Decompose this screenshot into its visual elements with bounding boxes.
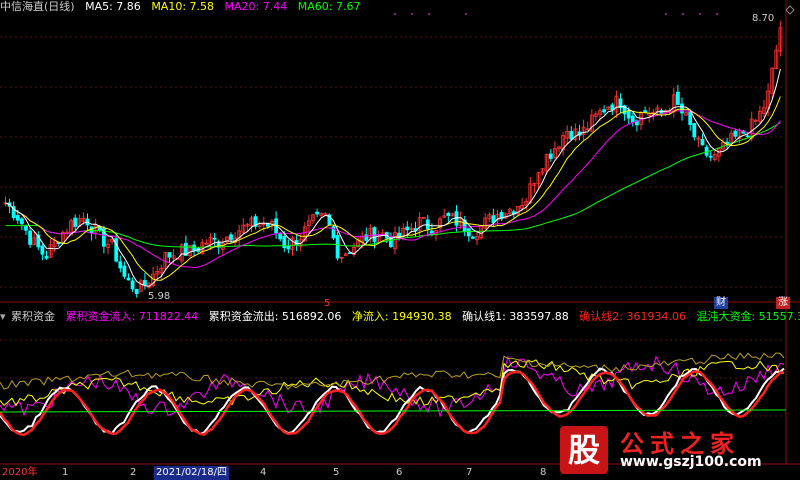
- stock-title[interactable]: 中信海直(日线): [0, 0, 75, 14]
- candle-body: [708, 155, 713, 158]
- candle-body: [122, 265, 127, 277]
- candle-body: [40, 245, 45, 255]
- candle-body: [733, 130, 738, 137]
- candle-body: [212, 237, 217, 240]
- ma5-line: [5, 68, 781, 287]
- candle-body: [405, 226, 410, 231]
- candle-body: [126, 277, 131, 281]
- site-watermark: 股 公式之家 www.gszj100.com: [560, 424, 800, 480]
- candle-body: [335, 235, 340, 259]
- inflow-line: [0, 355, 785, 418]
- candle-body: [470, 236, 475, 239]
- candle-body: [372, 227, 377, 242]
- candle-body: [73, 217, 78, 227]
- candle-body: [688, 111, 693, 125]
- candle-body: [446, 212, 451, 216]
- confirm2-label: 确认线2: 361934.06: [579, 310, 686, 323]
- x-label-1: 1: [62, 467, 69, 478]
- x-label-8: 8: [540, 467, 547, 478]
- candle-body: [680, 103, 684, 114]
- ma60-label: MA60: 7.67: [297, 0, 361, 13]
- indicator-menu-icon[interactable]: ▾: [0, 310, 6, 324]
- candle-body: [278, 233, 283, 240]
- ma10-line: [5, 96, 781, 281]
- candle-body: [491, 215, 496, 224]
- indicator-name[interactable]: 累积资金: [11, 310, 55, 324]
- x-cursor-date: 2021/02/18/四: [154, 466, 230, 480]
- candle-body: [692, 122, 697, 138]
- candle-body: [28, 230, 33, 245]
- x-label-6: 6: [396, 467, 403, 478]
- chaos-label: 混沌大资金: 51557.34: [696, 310, 800, 323]
- ma20-label: MA20: 7.44: [224, 0, 288, 13]
- x-label-2020: 2020年: [2, 467, 38, 478]
- candle-body: [130, 280, 135, 290]
- candle-body: [44, 255, 49, 259]
- x-label-5: 5: [333, 467, 340, 478]
- candle-body: [24, 225, 28, 231]
- net-label: 净流入: 194930.38: [351, 310, 452, 323]
- watermark-logo: 股: [560, 426, 608, 474]
- candle-body: [142, 280, 147, 286]
- candle-body: [204, 242, 209, 245]
- candle-body: [548, 153, 553, 159]
- x-label-2: 2: [130, 467, 137, 478]
- candle-body: [229, 234, 233, 240]
- limit-up-badge[interactable]: 涨: [776, 297, 790, 309]
- candle-body: [315, 211, 320, 215]
- candle-body: [286, 245, 291, 250]
- finance-badge[interactable]: 财: [714, 297, 728, 309]
- chaos-line: [0, 409, 787, 413]
- candle-body: [569, 131, 574, 140]
- candle-body: [602, 109, 606, 113]
- watermark-url: www.gszj100.com: [620, 454, 762, 470]
- outflow-label: 累积资金流出: 516892.06: [208, 310, 342, 323]
- price-legend-bar: 中信海直(日线) MA5: 7.86 MA10: 7.58 MA20: 7.44…: [0, 0, 800, 14]
- ma20-line: [5, 110, 781, 269]
- candle-body: [745, 135, 750, 138]
- confirm1-label: 确认线1: 383597.88: [462, 310, 569, 323]
- candle-body: [630, 115, 635, 123]
- candle-body: [466, 228, 471, 237]
- candle-body: [626, 110, 631, 119]
- price-low-label: 5.98: [148, 291, 171, 302]
- event-marker-5[interactable]: 5: [322, 298, 332, 310]
- inflow-label: 累积资金流入: 711822.44: [65, 310, 199, 323]
- candle-body: [167, 252, 172, 258]
- chart-canvas[interactable]: [0, 0, 800, 480]
- ma5-label: MA5: 7.86: [85, 0, 141, 13]
- candle-body: [118, 261, 123, 269]
- price-high-label: 8.70: [752, 13, 775, 24]
- candle-body: [19, 218, 24, 225]
- indicator-legend-bar: ▾ 累积资金 累积资金流入: 711822.44 累积资金流出: 516892.…: [0, 310, 800, 324]
- ma60-line: [5, 122, 781, 248]
- candle-body: [15, 215, 20, 221]
- candle-body: [676, 91, 680, 105]
- candle-body: [89, 226, 94, 234]
- candle-body: [192, 244, 197, 252]
- x-label-4: 4: [260, 467, 267, 478]
- x-label-7: 7: [466, 467, 473, 478]
- candle-body: [700, 139, 705, 146]
- ma10-label: MA10: 7.58: [151, 0, 215, 13]
- candle-body: [134, 289, 139, 295]
